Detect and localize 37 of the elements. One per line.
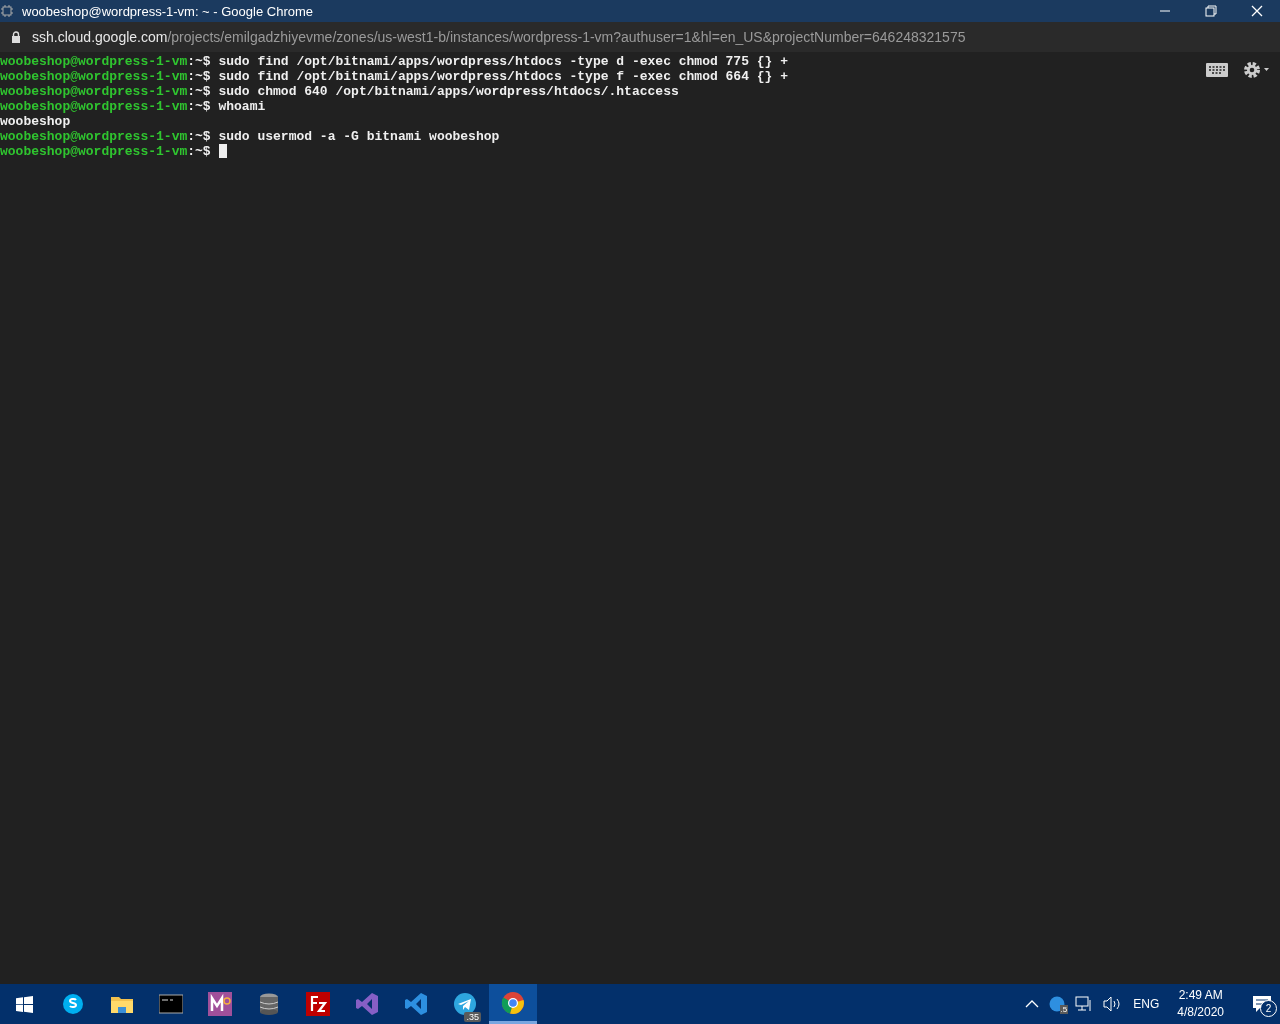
restore-icon[interactable] <box>1205 5 1217 17</box>
clock-date[interactable]: 4/8/2020 <box>1177 1004 1224 1021</box>
window-title: woobeshop@wordpress-1-vm: ~ - Google Chrome <box>22 3 314 19</box>
language-indicator[interactable]: ENG <box>1133 997 1160 1011</box>
prompt-line: woobeshop@wordpress-1-vm:~$ <box>0 99 211 114</box>
command-text: sudo chmod 640 /opt/bitnami/apps/wordpress/htdocs/.htaccess <box>218 84 679 99</box>
notification-count: 2 <box>1260 1000 1277 1017</box>
command-text: sudo usermod -a -G bitnami woobeshop <box>218 129 500 144</box>
network-icon[interactable] <box>1075 996 1094 1012</box>
console-icon <box>158 992 183 1016</box>
taskbar-button[interactable]: .35 <box>440 984 489 1024</box>
paper-plane-icon <box>452 992 477 1016</box>
settings-icon[interactable] <box>1242 60 1270 80</box>
fz-icon <box>305 992 330 1016</box>
command-text: sudo find /opt/bitnami/apps/wordpress/htdocs -type f -exec chmod 664 {} + <box>218 69 788 84</box>
count-badge: .35 <box>464 1012 481 1022</box>
prompt-line: woobeshop@wordpress-1-vm:~$ <box>0 54 211 69</box>
keyboard-icon[interactable] <box>1206 63 1228 77</box>
clock-time[interactable]: 2:49 AM <box>1178 987 1223 1004</box>
chip-icon <box>0 4 14 18</box>
command-text: sudo find /opt/bitnami/apps/wordpress/htdocs -type d -exec chmod 775 {} + <box>218 54 788 69</box>
ribbon-icon <box>403 992 428 1016</box>
letter-m-icon <box>207 992 232 1016</box>
count-badge: .5 <box>1059 1005 1069 1014</box>
output-text: woobeshop <box>0 114 71 129</box>
command-text: whoami <box>218 99 266 114</box>
infinity-ribbon-icon <box>354 992 379 1016</box>
windows-icon[interactable] <box>15 995 33 1013</box>
lock-icon <box>11 31 21 43</box>
close-icon[interactable] <box>1251 5 1263 17</box>
chevron-up-icon[interactable] <box>1025 999 1040 1009</box>
browser-icon <box>501 990 525 1015</box>
chat-icon <box>60 992 85 1016</box>
prompt-line: woobeshop@wordpress-1-vm:~$ <box>0 144 211 159</box>
prompt-line: woobeshop@wordpress-1-vm:~$ <box>0 69 211 84</box>
prompt-line: woobeshop@wordpress-1-vm:~$ <box>0 129 211 144</box>
prompt-line: woobeshop@wordpress-1-vm:~$ <box>0 84 211 99</box>
